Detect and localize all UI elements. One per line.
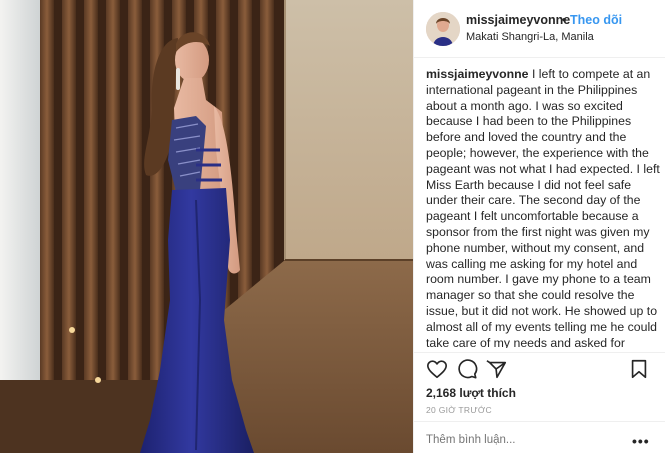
post-caption: missjaimeyvonne I left to compete at an … <box>426 67 660 348</box>
comment-bubble-icon[interactable] <box>456 358 478 380</box>
follow-button[interactable]: Theo dõi <box>570 13 622 27</box>
more-options-button[interactable]: ••• <box>632 433 650 449</box>
header-separator: • <box>562 13 567 27</box>
comment-input[interactable] <box>426 434 626 446</box>
post-photo[interactable] <box>0 0 413 453</box>
header-username[interactable]: missjaimeyvonne <box>466 13 570 27</box>
post-side-panel: missjaimeyvonne • Theo dõi Makati Shangr… <box>413 0 665 453</box>
avatar[interactable] <box>426 12 460 46</box>
heart-icon[interactable] <box>426 358 448 380</box>
location-link[interactable]: Makati Shangri-La, Manila <box>466 31 594 43</box>
bookmark-icon[interactable] <box>628 358 650 380</box>
caption-text: I left to compete at an international pa… <box>426 67 660 348</box>
avatar-image <box>426 12 460 46</box>
post-timestamp[interactable]: 20 GIỜ TRƯỚC <box>426 405 492 415</box>
divider <box>414 421 665 422</box>
post-actions <box>414 356 665 382</box>
post-header: missjaimeyvonne • Theo dõi Makati Shangr… <box>414 0 665 58</box>
like-count[interactable]: 2,168 lượt thích <box>426 386 516 400</box>
divider <box>414 352 665 353</box>
share-arrow-icon[interactable] <box>486 358 508 380</box>
pageant-photo-image <box>0 0 413 453</box>
caption-username[interactable]: missjaimeyvonne <box>426 67 529 81</box>
